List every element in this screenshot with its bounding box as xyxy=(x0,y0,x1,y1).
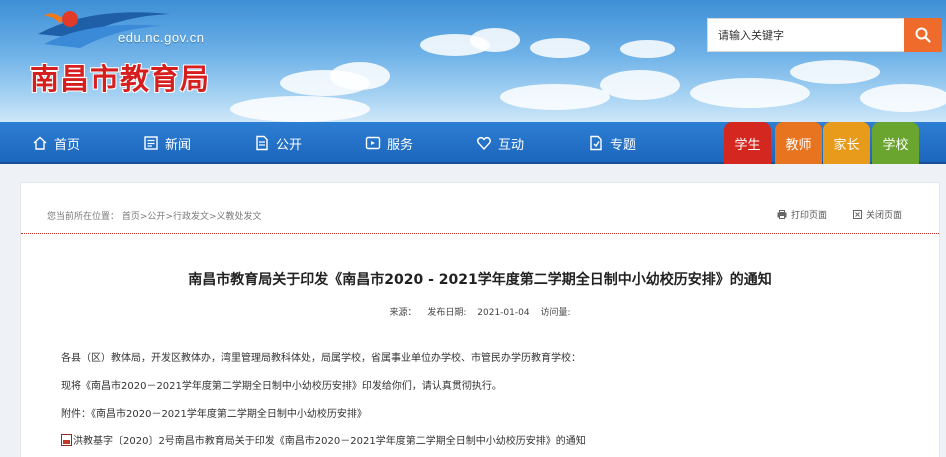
date-label: 发布日期: xyxy=(427,308,467,318)
nav-label: 新闻 xyxy=(165,137,192,153)
article-title: 南昌市教育局关于印发《南昌市2020 - 2021学年度第二学期全日制中小幼校历… xyxy=(188,272,772,288)
nav-item-topic[interactable]: 专题 xyxy=(588,122,636,164)
visits-label: 访问量: xyxy=(540,308,571,318)
print-page-label: 打印页面 xyxy=(791,211,828,221)
cloud-decoration xyxy=(500,84,610,110)
date-value: 2021-01-04 xyxy=(477,308,530,318)
service-icon xyxy=(365,136,381,150)
role-tab-teacher[interactable]: 教师 xyxy=(775,122,822,164)
role-tab-label: 学校 xyxy=(882,137,909,153)
role-tab-label: 教师 xyxy=(785,137,812,153)
search-icon xyxy=(915,27,931,43)
nav-item-public[interactable]: 公开 xyxy=(254,122,302,164)
role-tab-label: 家长 xyxy=(833,137,860,153)
attachment-label: 洪教基字〔2020〕2号南昌市教育局关于印发《南昌市2020－2021学年度第二… xyxy=(73,436,586,447)
body-paragraph: 附件：《南昌市2020－2021学年度第二学期全日制中小幼校历安排》 xyxy=(61,409,367,420)
role-tab-parent[interactable]: 家长 xyxy=(823,122,870,164)
site-url: edu.nc.gov.cn xyxy=(118,30,205,45)
close-page-button[interactable]: 关闭页面 xyxy=(853,208,902,221)
search-button[interactable] xyxy=(904,18,942,52)
close-page-label: 关闭页面 xyxy=(866,211,903,221)
site-header: edu.nc.gov.cn 南昌市教育局 xyxy=(0,0,946,122)
cloud-decoration xyxy=(620,40,675,58)
home-icon xyxy=(33,136,47,150)
body-paragraph: 各县（区）教体局，开发区教体办，湾里管理局教科体处，局属学校，省属事业单位办学校… xyxy=(61,353,581,364)
attachment-link[interactable]: 洪教基字〔2020〕2号南昌市教育局关于印发《南昌市2020－2021学年度第二… xyxy=(61,432,586,447)
role-tab-school[interactable]: 学校 xyxy=(872,122,919,164)
cloud-decoration xyxy=(530,38,590,58)
pdf-file-icon xyxy=(61,434,72,446)
body-paragraph: 现将《南昌市2020－2021学年度第二学期全日制中小幼校历安排》印发给你们，请… xyxy=(61,381,502,392)
article-panel: 您当前所在位置： 首页>公开>行政发文>义教处发文 打印页面 关闭页面 南昌市教… xyxy=(20,182,940,457)
main-nav: 首页 新闻 公开 服务 互动 专题 学生 教师 家长 学校 xyxy=(0,122,946,164)
cloud-decoration xyxy=(470,28,520,52)
nav-label: 服务 xyxy=(387,137,414,153)
cloud-decoration xyxy=(860,84,946,112)
cloud-decoration xyxy=(330,62,390,90)
role-tab-student[interactable]: 学生 xyxy=(724,122,771,164)
cloud-decoration xyxy=(600,70,680,100)
cloud-decoration xyxy=(790,60,880,84)
nav-item-service[interactable]: 服务 xyxy=(365,122,413,164)
cloud-decoration xyxy=(230,96,370,122)
breadcrumb[interactable]: 您当前所在位置： 首页>公开>行政发文>义教处发文 xyxy=(47,209,262,222)
article-meta: 来源： 发布日期: 2021-01-04 访问量: xyxy=(21,305,939,318)
nav-label: 互动 xyxy=(498,137,525,153)
nav-label: 首页 xyxy=(54,137,81,153)
heart-icon xyxy=(477,136,491,151)
nav-label: 公开 xyxy=(276,137,303,153)
print-page-button[interactable]: 打印页面 xyxy=(777,208,827,221)
search-input[interactable] xyxy=(707,18,905,52)
role-tab-label: 学生 xyxy=(734,137,761,153)
site-name[interactable]: 南昌市教育局 xyxy=(30,56,210,98)
document-icon xyxy=(256,135,268,151)
nav-item-home[interactable]: 首页 xyxy=(32,122,80,164)
source-label: 来源： xyxy=(389,308,417,318)
close-icon xyxy=(853,210,863,219)
cloud-decoration xyxy=(690,78,810,108)
printer-icon xyxy=(777,210,787,219)
newspaper-icon xyxy=(144,136,158,150)
page-tools: 打印页面 关闭页面 xyxy=(777,208,902,221)
topic-icon xyxy=(590,135,602,151)
header-divider xyxy=(21,233,939,234)
nav-label: 专题 xyxy=(610,137,637,153)
nav-item-interact[interactable]: 互动 xyxy=(476,122,524,164)
nav-item-news[interactable]: 新闻 xyxy=(143,122,191,164)
